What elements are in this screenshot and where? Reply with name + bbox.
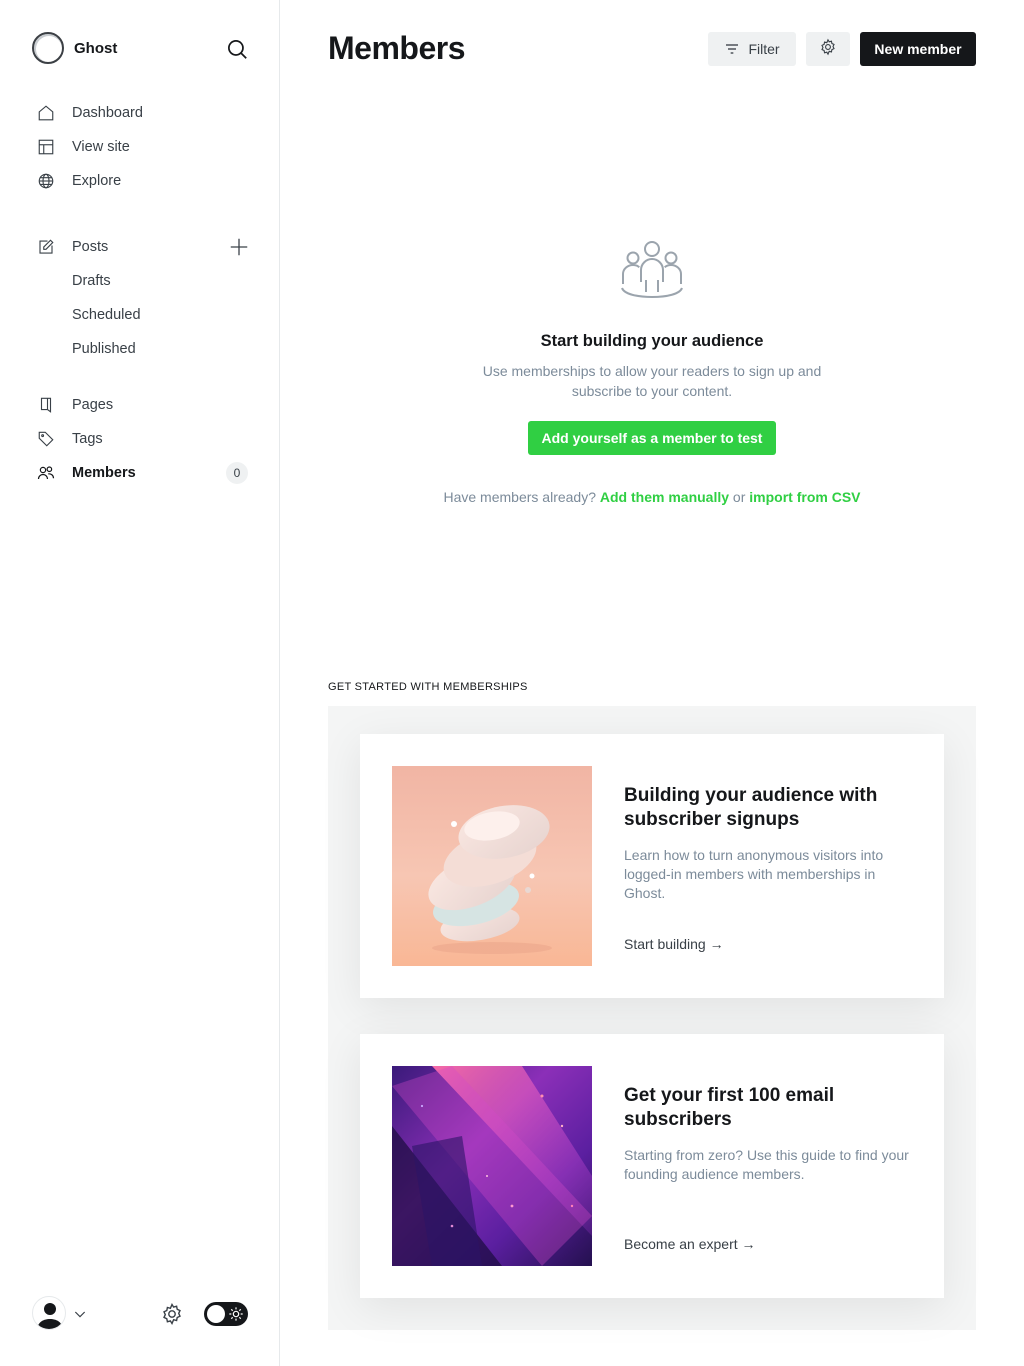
add-yourself-button[interactable]: Add yourself as a member to test	[527, 421, 777, 455]
sidebar-item-label: Scheduled	[72, 307, 141, 323]
brand[interactable]: Ghost	[32, 32, 117, 64]
layout-icon	[36, 137, 56, 157]
import-hint: Have members already? Add them manually …	[280, 489, 1024, 505]
posts-nav: Posts Drafts Scheduled Published	[36, 230, 252, 366]
avatar[interactable]	[32, 1296, 66, 1330]
empty-state-description: Use memberships to allow your readers to…	[482, 363, 822, 399]
new-post-plus-icon[interactable]	[228, 236, 250, 258]
add-manually-link[interactable]: Add them manually	[600, 489, 729, 505]
start-building-link[interactable]: Start building →	[624, 936, 724, 952]
globe-icon	[36, 171, 56, 191]
sidebar-item-label: Dashboard	[72, 105, 143, 121]
primary-nav: Dashboard View site Explore	[36, 96, 252, 198]
get-started-cards: Building your audience with subscriber s…	[328, 706, 976, 1330]
sidebar-item-label: Tags	[72, 431, 103, 447]
sidebar-item-label: Published	[72, 341, 136, 357]
page-icon	[36, 395, 56, 415]
card-description: Learn how to turn anonymous visitors int…	[624, 847, 884, 901]
sidebar-item-explore[interactable]: Explore	[36, 164, 252, 198]
sidebar-item-label: Drafts	[72, 273, 111, 289]
sidebar-item-published[interactable]: Published	[36, 332, 252, 366]
members-count-badge: 0	[226, 462, 248, 484]
guide-card-signups[interactable]: Building your audience with subscriber s…	[360, 734, 944, 998]
import-hint-or: or	[732, 489, 746, 505]
filter-label: Filter	[748, 41, 780, 57]
chevron-down-icon[interactable]	[72, 1306, 88, 1322]
toggle-knob	[207, 1305, 225, 1323]
members-settings-button[interactable]	[806, 32, 850, 66]
sidebar: Ghost Dashboard View site Explore Posts …	[0, 0, 280, 1366]
edit-icon	[36, 237, 56, 257]
empty-state-title: Start building your audience	[540, 332, 764, 350]
sidebar-item-tags[interactable]: Tags	[36, 422, 252, 456]
members-icon	[36, 463, 56, 483]
sidebar-item-view-site[interactable]: View site	[36, 130, 252, 164]
search-icon[interactable]	[224, 36, 250, 62]
sidebar-item-posts[interactable]: Posts	[36, 230, 252, 264]
sidebar-item-scheduled[interactable]: Scheduled	[36, 298, 252, 332]
secondary-nav: Pages Tags Members 0	[36, 388, 252, 490]
abstract-purple-image	[392, 1066, 592, 1266]
empty-state: Start building your audience Use members…	[280, 236, 1024, 505]
members-empty-icon	[619, 236, 685, 302]
filter-icon	[724, 41, 740, 57]
get-started-label: GET STARTED WITH MEMBERSHIPS	[328, 681, 528, 693]
sidebar-item-label: Members	[72, 465, 136, 481]
sidebar-item-pages[interactable]: Pages	[36, 388, 252, 422]
import-csv-link[interactable]: import from CSV	[749, 489, 860, 505]
guide-card-email-subscribers[interactable]: Get your first 100 email subscribers Sta…	[360, 1034, 944, 1298]
theme-toggle[interactable]	[204, 1302, 248, 1326]
main-content: Members Filter New member Start building…	[280, 0, 1024, 1366]
sidebar-item-label: Explore	[72, 173, 122, 189]
site-name: Ghost	[74, 39, 118, 57]
new-member-button[interactable]: New member	[860, 32, 976, 66]
become-expert-link[interactable]: Become an expert →	[624, 1236, 756, 1252]
sidebar-footer	[32, 1296, 248, 1332]
sidebar-item-dashboard[interactable]: Dashboard	[36, 96, 252, 130]
import-hint-prefix: Have members already?	[443, 489, 596, 505]
filter-button[interactable]: Filter	[708, 32, 796, 66]
card-title: Building your audience with subscriber s…	[624, 785, 878, 830]
card-title: Get your first 100 email subscribers	[624, 1085, 835, 1130]
page-title: Members	[328, 30, 466, 66]
card-description: Starting from zero? Use this guide to fi…	[624, 1147, 909, 1182]
sun-icon	[228, 1306, 244, 1322]
abstract-discs-image	[392, 766, 592, 966]
gear-icon	[819, 38, 837, 61]
site-logo	[32, 32, 64, 64]
settings-gear-icon[interactable]	[160, 1302, 184, 1326]
sidebar-item-members[interactable]: Members 0	[36, 456, 252, 490]
sidebar-item-label: Posts	[72, 239, 109, 255]
sidebar-item-label: Pages	[72, 397, 114, 413]
sidebar-item-label: View site	[72, 139, 130, 155]
home-icon	[36, 103, 56, 123]
sidebar-item-drafts[interactable]: Drafts	[36, 264, 252, 298]
tag-icon	[36, 429, 56, 449]
